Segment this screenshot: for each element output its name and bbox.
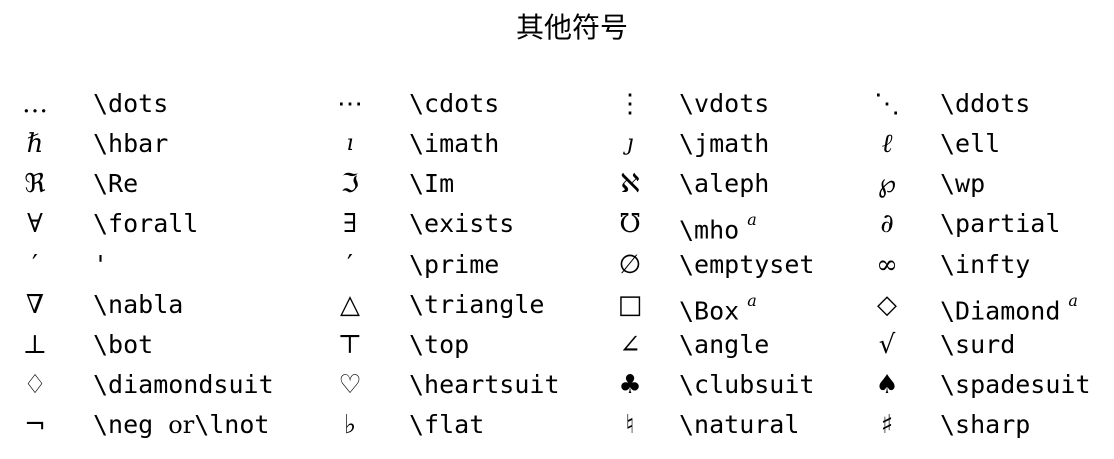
symbol-heartsuit: ♡ xyxy=(338,370,362,400)
symbol-surd: √ xyxy=(878,330,896,360)
command-vdots: \vdots xyxy=(679,89,770,118)
symbol-cdots: ⋯ xyxy=(337,89,363,119)
command-clubsuit: \clubsuit xyxy=(679,370,815,399)
table-row: ♢ \diamondsuit ♡ \heartsuit ♣ \clubsuit … xyxy=(0,365,1114,405)
command-mho: \mho a xyxy=(679,204,757,250)
symbol-clubsuit: ♣ xyxy=(618,370,642,400)
symbol-exists: ∃ xyxy=(342,209,358,239)
command-partial: \partial xyxy=(940,209,1061,238)
symbol-vdots: ⋮ xyxy=(617,89,643,119)
table-row: ℜ \Re ℑ \Im ℵ \aleph ℘ \wp xyxy=(0,164,1114,204)
command-neg-text: \neg xyxy=(93,410,154,439)
symbol-aleph: ℵ xyxy=(620,169,640,199)
symbol-neg: ¬ xyxy=(24,410,46,440)
command-im: \Im xyxy=(409,169,455,198)
command-exists: \exists xyxy=(409,209,515,238)
command-re: \Re xyxy=(93,169,139,198)
symbol-natural: ♮ xyxy=(625,410,635,440)
command-jmath: \jmath xyxy=(679,129,770,158)
symbol-ell: ℓ xyxy=(881,129,893,159)
command-infty: \infty xyxy=(940,250,1031,279)
symbol-nabla: ∇ xyxy=(25,290,45,320)
symbol-im: ℑ xyxy=(340,169,360,199)
command-sharp: \sharp xyxy=(940,410,1031,439)
table-row: ′ ' ′ \prime ∅ \emptyset ∞ \infty xyxy=(0,245,1114,285)
symbol-box: □ xyxy=(617,290,643,320)
command-prime: \prime xyxy=(409,250,500,279)
command-nabla: \nabla xyxy=(93,290,184,319)
command-wp: \wp xyxy=(940,169,986,198)
command-lnot-text: \lnot xyxy=(194,410,270,439)
command-ell: \ell xyxy=(940,129,1001,158)
symbol-flat: ♭ xyxy=(343,410,357,440)
command-apostrophe: ' xyxy=(93,250,109,279)
command-surd: \surd xyxy=(940,330,1016,359)
command-spadesuit: \spadesuit xyxy=(940,370,1091,399)
symbol-dots: … xyxy=(22,89,48,119)
command-natural: \natural xyxy=(679,410,800,439)
footnote-marker: a xyxy=(747,210,757,229)
symbol-angle: ∠ xyxy=(619,330,641,360)
footnote-marker: a xyxy=(747,291,757,310)
command-angle: \angle xyxy=(679,330,770,359)
symbol-bot: ⊥ xyxy=(22,330,48,360)
page-title: 其他符号 xyxy=(515,11,628,44)
symbol-imath: ı xyxy=(346,131,354,156)
symbol-hbar: ℏ xyxy=(26,129,44,159)
symbol-re: ℜ xyxy=(24,169,46,199)
symbol-mho: ℧ xyxy=(619,209,641,239)
symbol-jmath: ȷ xyxy=(626,131,634,156)
symbol-sharp: ♯ xyxy=(880,410,894,440)
symbol-diamondsuit: ♢ xyxy=(23,370,47,400)
table-row: … \dots ⋯ \cdots ⋮ \vdots ⋱ \ddots xyxy=(0,84,1114,124)
table-row: ¬ \neg or\lnot ♭ \flat ♮ \natural ♯ \sha… xyxy=(0,405,1114,445)
command-diamond-text: \Diamond xyxy=(940,296,1061,326)
table-row: ∇ \nabla △ \triangle □ \Box a ◇ \Diamond a xyxy=(0,285,1114,325)
table-row: ℏ \hbar ı \imath ȷ \jmath ℓ \ell xyxy=(0,124,1114,164)
symbol-ddots: ⋱ xyxy=(874,89,900,119)
command-forall: \forall xyxy=(93,209,199,238)
command-neg: \neg or\lnot xyxy=(93,405,269,445)
table-row: ∀ \forall ∃ \exists ℧ \mho a ∂ \partial xyxy=(0,204,1114,244)
command-imath: \imath xyxy=(409,129,500,158)
symbol-top: ⊤ xyxy=(337,330,363,360)
symbol-apostrophe: ′ xyxy=(32,250,38,280)
symbol-spadesuit: ♠ xyxy=(875,370,899,400)
command-flat: \flat xyxy=(409,410,485,439)
symbol-wp: ℘ xyxy=(877,169,897,199)
command-ddots: \ddots xyxy=(940,89,1031,118)
or-text: or xyxy=(168,411,195,439)
command-hbar: \hbar xyxy=(93,129,169,158)
symbol-prime: ′ xyxy=(347,250,353,280)
command-mho-text: \mho xyxy=(679,215,740,245)
command-cdots: \cdots xyxy=(409,89,500,118)
symbol-forall: ∀ xyxy=(27,209,43,239)
command-top: \top xyxy=(409,330,470,359)
command-triangle: \triangle xyxy=(409,290,545,319)
command-emptyset: \emptyset xyxy=(679,250,815,279)
command-aleph: \aleph xyxy=(679,169,770,198)
symbol-infty: ∞ xyxy=(876,250,898,280)
table-row: ⊥ \bot ⊤ \top ∠ \angle √ \surd xyxy=(0,325,1114,365)
footnote-marker: a xyxy=(1068,291,1078,310)
command-heartsuit: \heartsuit xyxy=(409,370,560,399)
command-dots: \dots xyxy=(93,89,169,118)
command-bot: \bot xyxy=(93,330,154,359)
symbol-diamond: ◇ xyxy=(877,290,897,320)
symbol-emptyset: ∅ xyxy=(618,250,642,280)
command-box-text: \Box xyxy=(679,296,740,326)
symbol-triangle: △ xyxy=(340,290,360,320)
symbol-partial: ∂ xyxy=(880,209,894,239)
command-diamondsuit: \diamondsuit xyxy=(93,370,274,399)
